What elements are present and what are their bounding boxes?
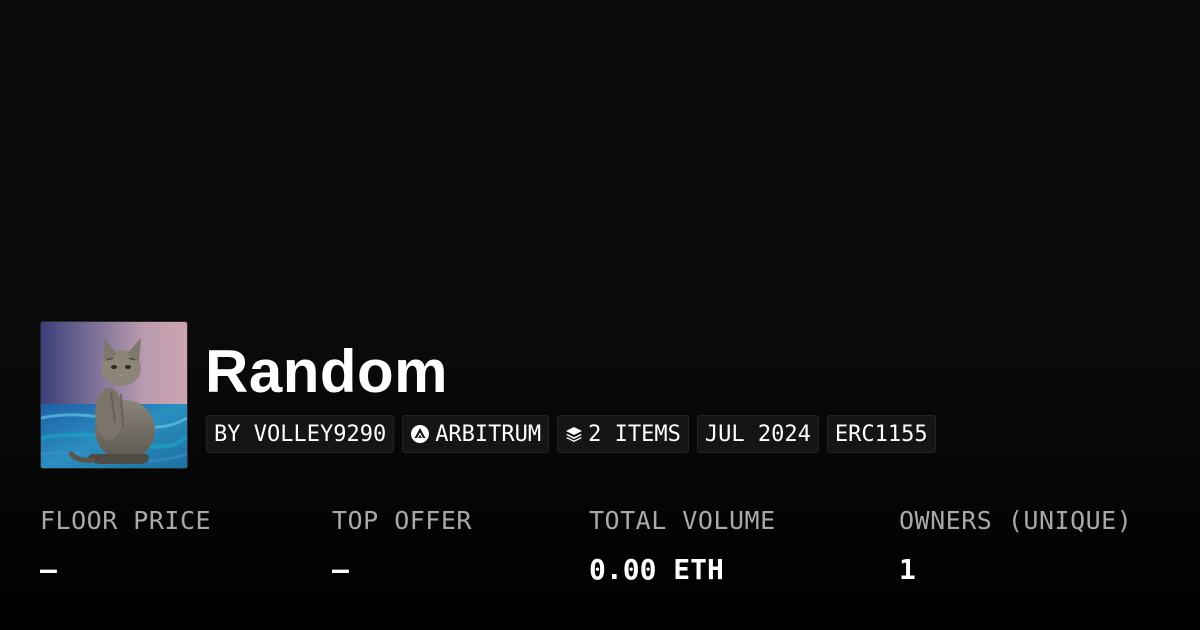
stat-label: FLOOR PRICE [40,506,212,535]
chain-badge[interactable]: ARBITRUM [402,415,550,453]
stat-value: 1 [899,553,916,586]
chain-label: ARBITRUM [435,421,542,447]
stat-value: – [332,553,349,586]
items-label: 2 ITEMS [588,421,681,447]
cat-photo-icon [41,322,187,468]
stat-value: 0.00 ETH [589,553,724,586]
stat-label: TOP OFFER [332,506,472,535]
token-standard-badge: ERC1155 [826,415,936,453]
stat-total-volume: TOTAL VOLUME 0.00 ETH [589,500,776,598]
stat-value: – [40,553,57,586]
token-standard-label: ERC1155 [834,421,928,447]
stat-label: TOTAL VOLUME [589,506,776,535]
layers-icon [566,427,583,442]
created-date-badge: JUL 2024 [696,415,819,453]
arbitrum-icon [411,425,430,443]
stat-label: OWNERS (UNIQUE) [899,506,1133,535]
stat-top-offer: TOP OFFER – [332,500,472,598]
created-date-label: JUL 2024 [704,421,811,447]
collection-thumbnail[interactable] [40,321,188,469]
collection-badges: BY VOLLEY9290 ARBITRUM 2 ITEMS JUL 2024 … [206,415,936,453]
collection-stats: FLOOR PRICE – TOP OFFER – TOTAL VOLUME 0… [0,500,1200,610]
creator-label: BY VOLLEY9290 [214,421,387,447]
stat-owners: OWNERS (UNIQUE) 1 [899,500,1132,598]
items-badge[interactable]: 2 ITEMS [557,415,689,453]
creator-badge[interactable]: BY VOLLEY9290 [206,415,395,453]
stat-floor-price: FLOOR PRICE – [40,500,211,598]
collection-title: Random [205,338,448,405]
